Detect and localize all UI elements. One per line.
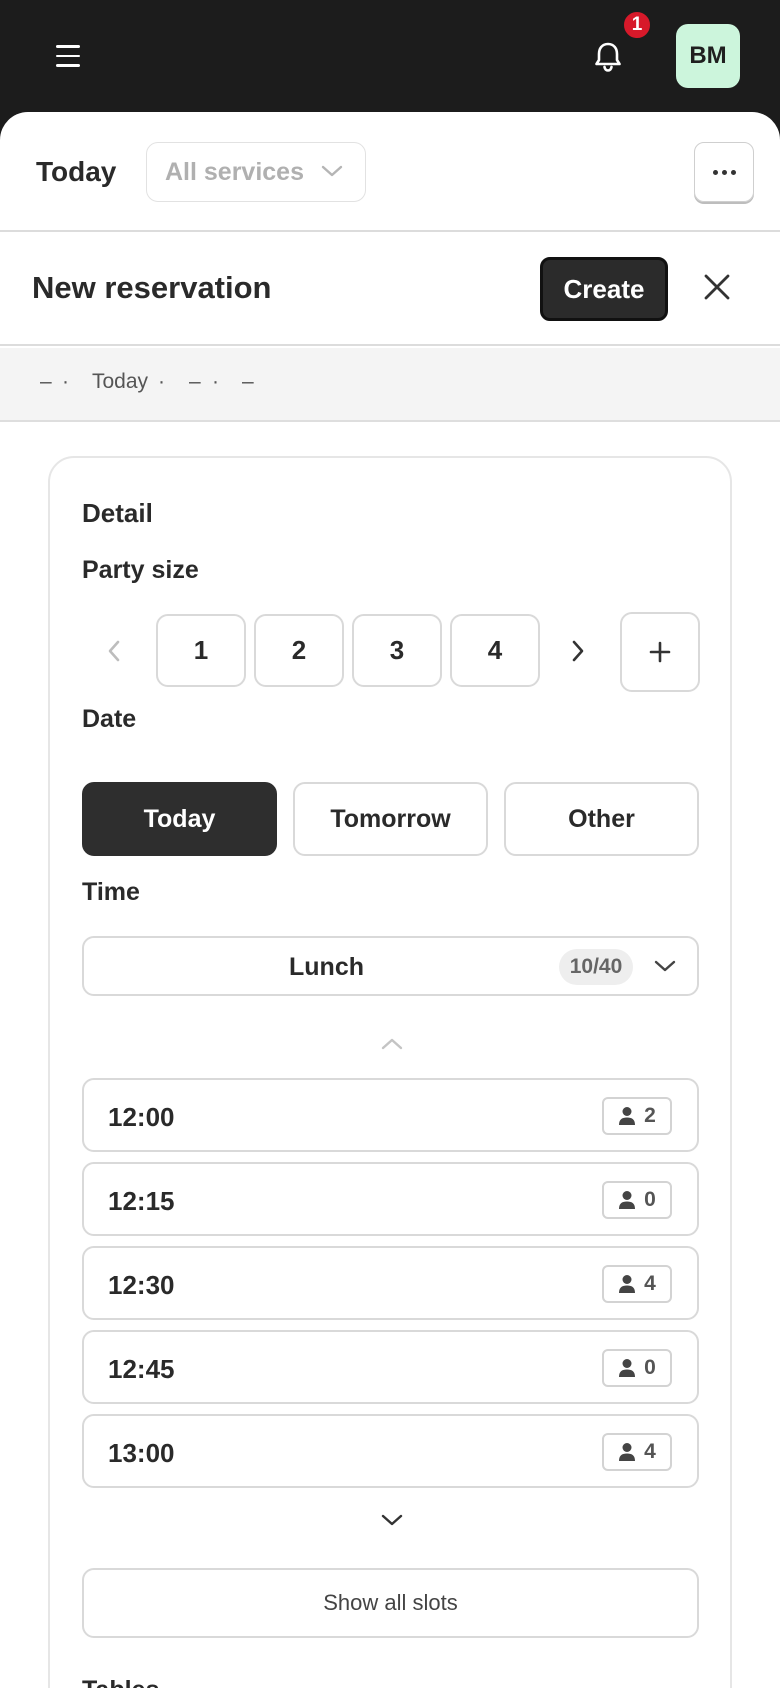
service-name: Lunch (289, 953, 364, 981)
bell-icon[interactable] (588, 36, 628, 76)
show-all-slots-button[interactable]: Show all slots (82, 1568, 699, 1638)
chevron-left-icon[interactable] (94, 631, 134, 671)
summary-time: – (189, 370, 201, 393)
party-size-option[interactable]: 4 (450, 614, 540, 687)
create-button[interactable]: Create (540, 257, 668, 321)
slot-time: 12:15 (108, 1186, 175, 1216)
notification-badge: 1 (622, 10, 652, 40)
date-label: Date (82, 705, 137, 733)
person-icon (619, 1107, 636, 1125)
slot-time: 13:00 (108, 1438, 175, 1468)
summary-separator: · (158, 370, 165, 393)
date-option-today[interactable]: Today (82, 782, 277, 856)
party-size-option[interactable]: 3 (352, 614, 442, 687)
tables-label: Tables (82, 1676, 159, 1688)
time-slot[interactable]: 13:00 4 (82, 1414, 699, 1488)
date-option-other[interactable]: Other (504, 782, 699, 856)
party-size-option[interactable]: 2 (254, 614, 344, 687)
person-icon (619, 1443, 636, 1461)
dot-icon (721, 169, 727, 175)
slot-covers: 0 (644, 1188, 656, 1211)
person-icon (619, 1275, 636, 1293)
chevron-right-icon[interactable] (558, 631, 598, 671)
dot-icon (712, 169, 718, 175)
detail-heading: Detail (82, 498, 153, 528)
party-size-option[interactable]: 1 (156, 614, 246, 687)
time-slot[interactable]: 12:15 0 (82, 1162, 699, 1236)
summary-date: Today (92, 370, 149, 393)
time-slot[interactable]: 12:30 4 (82, 1246, 699, 1320)
summary-separator: · (62, 370, 69, 393)
slot-covers-badge: 0 (602, 1349, 672, 1387)
detail-card: Detail Party size 1 2 3 4 Date Today Tom… (48, 456, 732, 1688)
slot-covers: 2 (644, 1104, 656, 1127)
chevron-up-icon[interactable] (372, 1024, 412, 1064)
reservation-header: New reservation Create (0, 232, 780, 346)
slot-time: 12:45 (108, 1354, 175, 1384)
summary-party: – (40, 370, 52, 393)
person-icon (619, 1359, 636, 1377)
reservation-summary: – · Today · – · – (0, 348, 780, 422)
reservation-title: New reservation (32, 270, 272, 305)
menu-line (56, 64, 80, 67)
time-slot[interactable]: 12:00 2 (82, 1078, 699, 1152)
chevron-down-icon (654, 960, 676, 972)
user-avatar[interactable]: BM (676, 24, 740, 88)
hamburger-menu-button[interactable] (48, 36, 88, 76)
slot-covers-badge: 4 (602, 1433, 672, 1471)
slot-time: 12:00 (108, 1102, 175, 1132)
slot-covers: 4 (644, 1272, 656, 1295)
slot-covers-badge: 4 (602, 1265, 672, 1303)
main-sheet: Today All services New reservation Creat… (0, 112, 780, 1688)
service-select[interactable]: Lunch 10/40 (82, 936, 699, 996)
date-option-tomorrow[interactable]: Tomorrow (293, 782, 488, 856)
menu-line (56, 54, 80, 58)
chevron-down-icon[interactable] (372, 1500, 412, 1540)
close-icon[interactable] (700, 270, 734, 304)
summary-table: – (242, 370, 254, 393)
plus-icon[interactable] (620, 612, 700, 692)
slot-covers-badge: 0 (602, 1181, 672, 1219)
dot-icon (730, 169, 736, 175)
time-slot[interactable]: 12:45 0 (82, 1330, 699, 1404)
time-label: Time (82, 878, 140, 906)
menu-line (56, 45, 80, 48)
slot-covers: 0 (644, 1356, 656, 1379)
party-size-label: Party size (82, 556, 199, 584)
slot-time: 12:30 (108, 1270, 175, 1300)
more-options-button[interactable] (694, 142, 754, 202)
filter-bar: Today All services (0, 112, 780, 232)
chevron-down-icon (321, 165, 343, 177)
services-select[interactable]: All services (146, 142, 366, 202)
person-icon (619, 1191, 636, 1209)
services-select-value: All services (165, 157, 304, 186)
page-title: Today (36, 156, 117, 187)
summary-separator: · (212, 370, 219, 393)
top-bar: 1 BM (0, 0, 780, 112)
service-capacity-count: 10/40 (559, 949, 633, 985)
slot-covers: 4 (644, 1440, 656, 1463)
slot-covers-badge: 2 (602, 1097, 672, 1135)
